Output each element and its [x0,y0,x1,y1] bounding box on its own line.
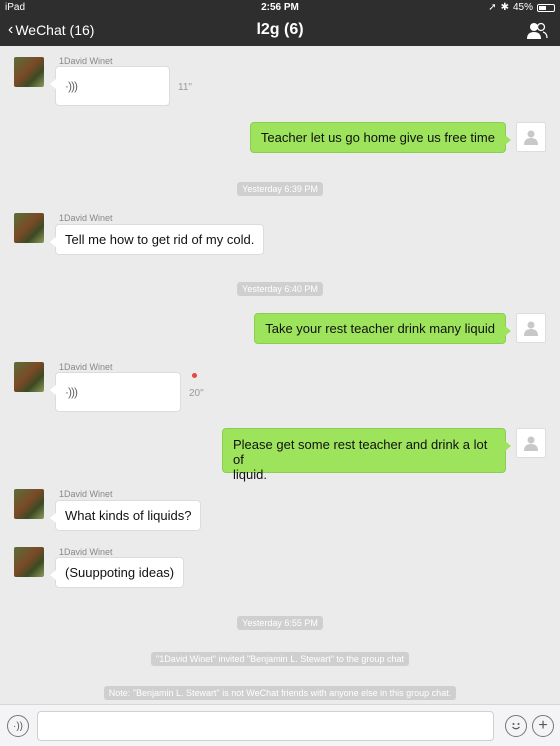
timestamp-divider: Yesterday 6:39 PM [0,179,560,197]
battery-fill [539,5,546,10]
smiley-icon [512,723,520,730]
default-avatar-icon [524,130,538,145]
emoji-button[interactable] [505,715,527,737]
status-right: ➚ ✱ 45% [488,2,555,13]
avatar[interactable] [14,547,44,577]
voice-icon: ·)) [13,720,23,732]
voice-message-bubble[interactable]: ·))) [50,66,170,106]
bluetooth-icon: ✱ [500,2,509,13]
voice-input-button[interactable]: ·)) [7,715,29,737]
location-icon: ➚ [488,2,497,13]
voice-wave-icon: ·))) [65,79,78,93]
avatar[interactable] [516,313,546,343]
message-text: (Suuppoting ideas) [65,565,175,580]
plus-icon: + [538,717,548,734]
avatar[interactable] [14,362,44,392]
voice-duration: 20" [189,388,204,399]
status-bar: iPad 2:56 PM ➚ ✱ 45% [0,0,560,16]
sender-name: 1David Winet [59,362,113,372]
message-bubble[interactable]: What kinds of liquids? [49,500,202,531]
message-text: Tell me how to get rid of my cold. [65,232,255,247]
system-message: "1David Winet" invited "Benjamin L. Stew… [0,649,560,667]
status-time: 2:56 PM [261,2,299,13]
message-text: Take your rest teacher drink many liquid [265,321,495,336]
input-bar: ·)) + [0,704,560,746]
system-text: "1David Winet" invited "Benjamin L. Stew… [151,652,409,666]
outgoing-message-bubble[interactable]: Please get some rest teacher and drink a… [222,428,511,482]
chat-title: l2g (6) [256,21,304,38]
battery-percent: 45% [512,2,533,13]
system-message: Note: "Benjamin L. Stewart" is not WeCha… [0,683,560,701]
avatar[interactable] [516,122,546,152]
nav-bar: ‹ WeChat (16) l2g (6) [0,16,560,46]
message-bubble[interactable]: Tell me how to get rid of my cold. [49,224,265,255]
outgoing-message-bubble[interactable]: Take your rest teacher drink many liquid [254,313,511,344]
timestamp-divider: Yesterday 6:55 PM [0,613,560,631]
group-members-icon[interactable] [526,22,548,40]
avatar[interactable] [14,57,44,87]
default-avatar-icon [524,321,538,336]
more-button[interactable]: + [532,715,554,737]
battery-icon [537,3,555,12]
sender-name: 1David Winet [59,547,113,557]
avatar[interactable] [516,428,546,458]
message-text-line-1: Please get some rest teacher and drink a… [233,437,488,467]
voice-duration: 11" [178,82,192,93]
system-text: Note: "Benjamin L. Stewart" is not WeCha… [103,686,457,700]
unread-dot [192,373,197,378]
message-bubble[interactable]: (Suuppoting ideas) [49,557,185,588]
message-input[interactable] [37,711,494,741]
sender-name: 1David Winet [59,213,113,223]
voice-message-bubble[interactable]: ·))) [50,372,181,412]
timestamp: Yesterday 6:40 PM [237,282,323,296]
sender-name: 1David Winet [59,489,113,499]
message-text: What kinds of liquids? [65,508,192,523]
sender-name: 1David Winet [59,56,113,66]
timestamp: Yesterday 6:39 PM [237,182,323,196]
timestamp-divider: Yesterday 6:40 PM [0,279,560,297]
avatar[interactable] [14,489,44,519]
message-text-line-2: liquid. [233,467,267,482]
avatar[interactable] [14,213,44,243]
message-text: Teacher let us go home give us free time [260,130,495,145]
timestamp: Yesterday 6:55 PM [237,616,323,630]
voice-wave-icon: ·))) [65,385,78,399]
outgoing-message-bubble[interactable]: Teacher let us go home give us free time [249,122,512,153]
default-avatar-icon [524,436,538,451]
